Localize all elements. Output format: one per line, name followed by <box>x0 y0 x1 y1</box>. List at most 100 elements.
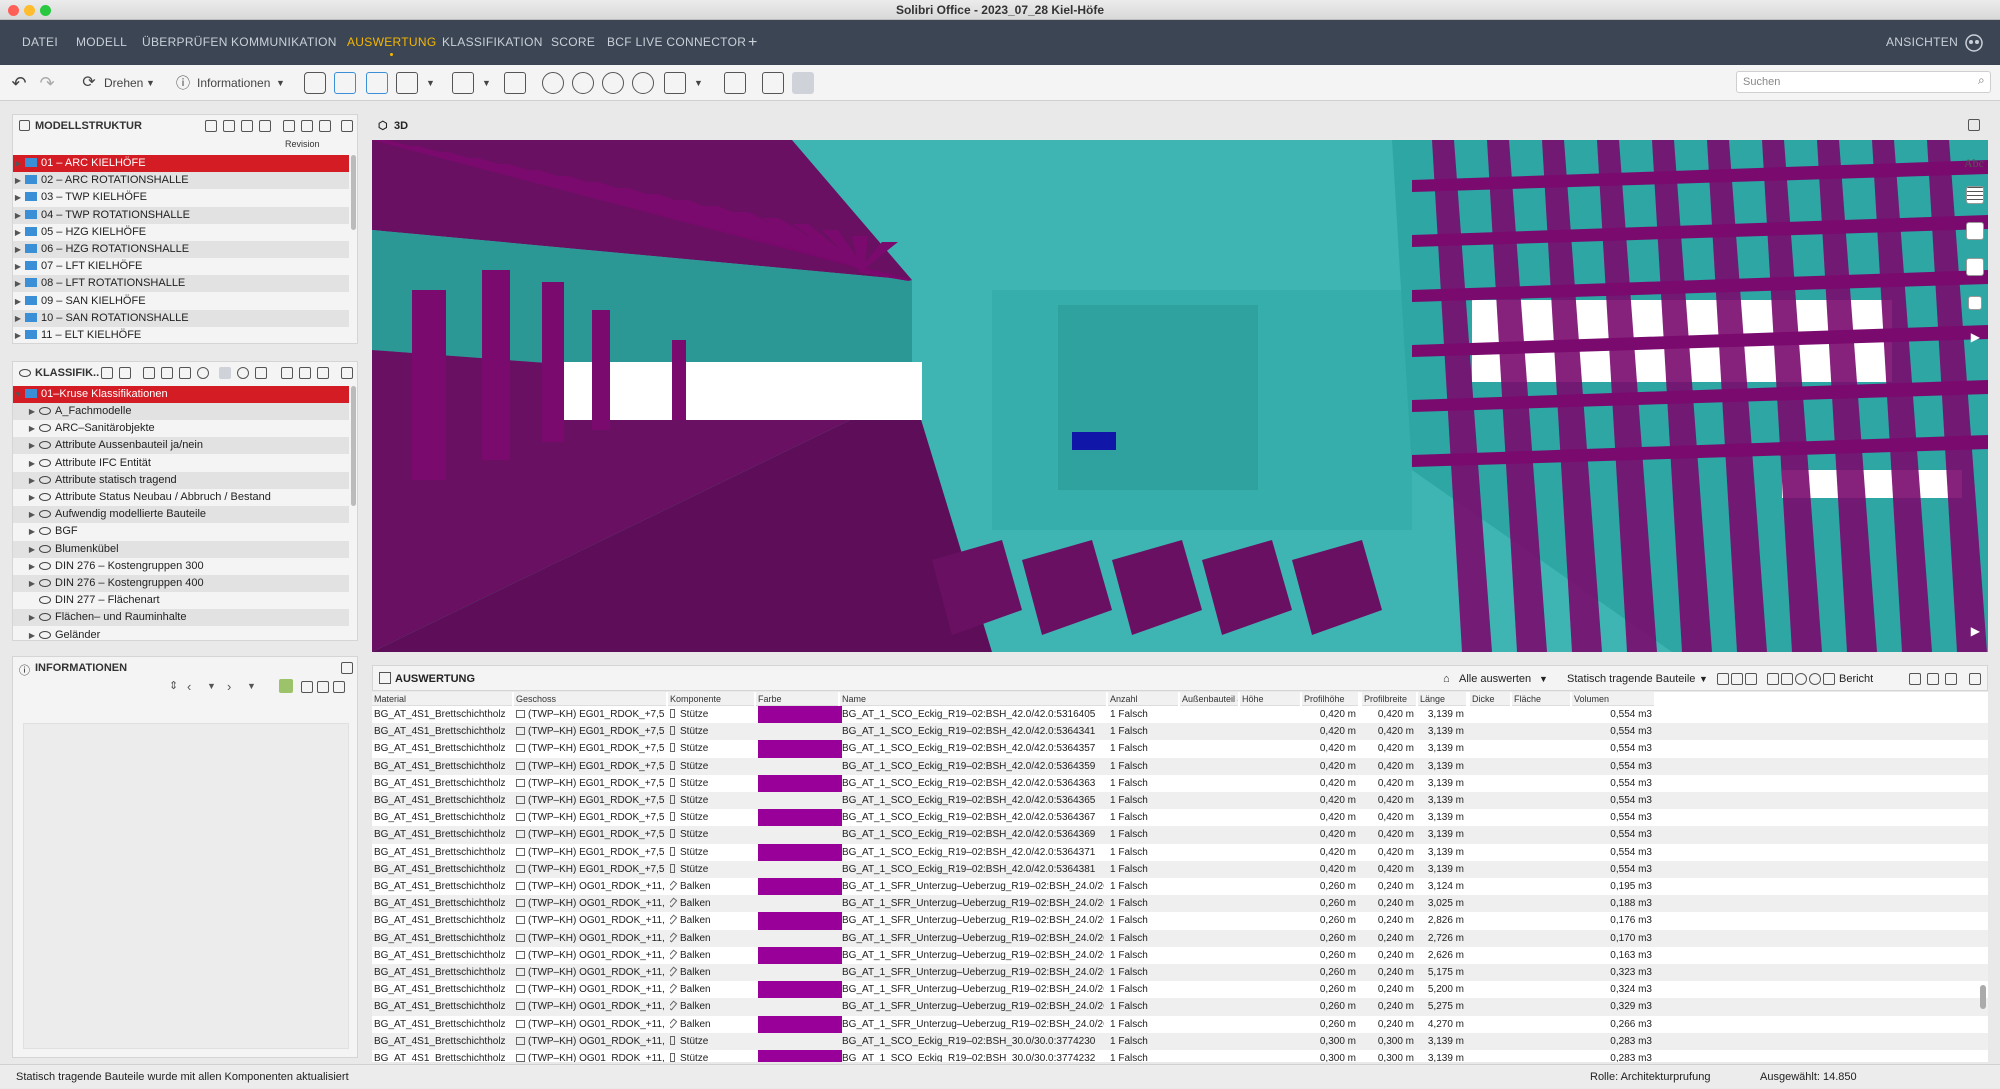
report-button[interactable]: Bericht <box>1839 666 1873 692</box>
model-tree-item[interactable]: ▶ 10 – SAN ROTATIONSHALLE <box>13 309 349 327</box>
save-icon[interactable] <box>299 367 311 379</box>
classification-item[interactable]: DIN 277 – Flächenart <box>13 592 349 609</box>
save-icon[interactable] <box>1927 673 1939 685</box>
clipboard-icon[interactable] <box>281 367 293 379</box>
walk-icon[interactable] <box>396 72 418 94</box>
model-tree-item[interactable]: ▶ 11 – ELT KIELHÖFE <box>13 327 349 344</box>
classification-root[interactable]: ▼ 01–Kruse Klassifikationen <box>13 386 349 403</box>
clipboard-icon[interactable] <box>283 120 295 132</box>
revision-column-header[interactable]: Revision <box>285 139 320 149</box>
table-row[interactable]: BG_AT_4S1_Brettschichtholz (TWP–KH) EG01_… <box>372 706 1988 723</box>
table-row[interactable]: BG_AT_4S1_Brettschichtholz (TWP–KH) EG01_… <box>372 757 1988 775</box>
model-view-icon[interactable] <box>304 72 326 94</box>
maximize-panel-icon[interactable] <box>341 662 353 674</box>
column-header[interactable]: Komponente <box>668 692 754 706</box>
expand-arrow-icon[interactable]: ▶ <box>27 420 37 437</box>
classification-item[interactable]: ▶ Attribute Aussenbauteil ja/nein <box>13 437 349 455</box>
report-doc-icon[interactable] <box>1823 673 1835 685</box>
column-header[interactable]: Länge <box>1418 692 1466 706</box>
table-row[interactable]: BG_AT_4S1_Brettschichtholz (TWP–KH) EG01_… <box>372 792 1988 810</box>
preset-dropdown-icon[interactable]: ▼ <box>1699 666 1708 692</box>
clipboard-icon[interactable] <box>301 681 313 693</box>
column-header[interactable]: Profilhöhe <box>1302 692 1358 706</box>
classification-item[interactable]: ▶ BGF <box>13 523 349 540</box>
table-row[interactable]: BG_AT_4S1_Brettschichtholz (TWP–KH) EG01_… <box>372 740 1988 757</box>
expand-arrow-icon[interactable]: ▶ <box>27 455 37 472</box>
maximize-view-icon[interactable] <box>1968 119 1980 131</box>
open-folder-icon[interactable] <box>179 367 191 379</box>
rotate-icon[interactable]: ⟳ <box>80 70 98 96</box>
expand-bottom-icon[interactable]: ▶ <box>1971 624 1980 638</box>
clipboard-icon[interactable] <box>1909 673 1921 685</box>
column-header[interactable]: Volumen <box>1572 692 1654 706</box>
new-classification-icon[interactable] <box>143 367 155 379</box>
measure-icon[interactable] <box>664 72 686 94</box>
walk-dropdown-icon[interactable]: ▼ <box>426 70 435 96</box>
tree-view-icon[interactable] <box>205 120 217 132</box>
print-icon[interactable] <box>319 120 331 132</box>
table-row[interactable]: BG_AT_4S1_Brettschichtholz (TWP–KH) OG01_… <box>372 912 1988 929</box>
table-row[interactable]: BG_AT_4S1_Brettschichtholz (TWP–KH) OG01_… <box>372 947 1988 964</box>
column-header[interactable]: Dicke <box>1470 692 1510 706</box>
export-icon[interactable] <box>1731 673 1743 685</box>
column-header[interactable]: Material <box>372 692 512 706</box>
remove-icon[interactable] <box>1795 673 1807 685</box>
copy-classification-icon[interactable] <box>161 367 173 379</box>
model-tree-item[interactable]: ▶ 01 – ARC KIELHÖFE <box>13 155 349 172</box>
tree-expand-icon[interactable] <box>223 120 235 132</box>
model-tree-item[interactable]: ▶ 09 – SAN KIELHÖFE <box>13 293 349 310</box>
forward-dropdown-icon[interactable]: ▼ <box>247 681 256 691</box>
column-header[interactable]: Geschoss <box>514 692 666 706</box>
redo-icon[interactable]: ↷ <box>38 70 56 96</box>
table-row[interactable]: BG_AT_4S1_Brettschichtholz (TWP–KH) OG01_… <box>372 929 1988 947</box>
table-row[interactable]: BG_AT_4S1_Brettschichtholz (TWP–KH) OG01_… <box>372 895 1988 913</box>
model-tree-item[interactable]: ▶ 05 – HZG KIELHÖFE <box>13 224 349 241</box>
column-header[interactable]: Fläche <box>1512 692 1570 706</box>
rotate-dropdown-icon[interactable]: ▼ <box>146 70 155 96</box>
model-tree-item[interactable]: ▶ 02 – ARC ROTATIONSHALLE <box>13 172 349 190</box>
map-icon[interactable] <box>762 72 784 94</box>
table-row[interactable]: BG_AT_4S1_Brettschichtholz (TWP–KH) OG01_… <box>372 1032 1988 1050</box>
expand-arrow-icon[interactable]: ▶ <box>13 310 23 327</box>
box-view-icon[interactable] <box>366 72 388 94</box>
collapse-arrow-icon[interactable]: ▼ <box>13 386 23 403</box>
visibility-toggle-icon[interactable] <box>219 367 231 379</box>
column-header[interactable]: Profilbreite <box>1362 692 1416 706</box>
expand-arrow-icon[interactable]: ▶ <box>13 207 23 224</box>
add-tab-button[interactable]: + <box>748 20 758 65</box>
expand-arrow-icon[interactable]: ▶ <box>13 327 23 344</box>
expand-arrow-icon[interactable]: ▶ <box>13 241 23 258</box>
slice-icon[interactable] <box>724 72 746 94</box>
close-window-button[interactable] <box>8 5 19 16</box>
scale-icon[interactable] <box>1966 222 1984 240</box>
maximize-panel-icon[interactable] <box>1969 673 1981 685</box>
column-header[interactable]: Anzahl <box>1108 692 1178 706</box>
new-report-icon[interactable] <box>1717 673 1729 685</box>
class-tree-icon[interactable] <box>101 367 113 379</box>
open-folder-icon[interactable] <box>1745 673 1757 685</box>
download-all-icon[interactable] <box>1781 673 1793 685</box>
table-row[interactable]: BG_AT_4S1_Brettschichtholz (TWP–KH) OG01_… <box>372 1050 1988 1062</box>
menu-auswertung[interactable]: AUSWERTUNG <box>347 20 436 65</box>
table-row[interactable]: BG_AT_4S1_Brettschichtholz (TWP–KH) OG01_… <box>372 981 1988 998</box>
menu-score[interactable]: SCORE <box>551 20 595 65</box>
classification-item[interactable]: ▶ A_Fachmodelle <box>13 403 349 420</box>
print-icon[interactable] <box>317 367 329 379</box>
expand-arrow-icon[interactable]: ▶ <box>27 506 37 523</box>
undo-icon[interactable]: ↶ <box>10 70 28 96</box>
cube-icon[interactable] <box>452 72 474 94</box>
expand-arrow-icon[interactable]: ▶ <box>27 575 37 592</box>
table-row[interactable]: BG_AT_4S1_Brettschichtholz (TWP–KH) OG01_… <box>372 998 1988 1016</box>
classification-scrollbar[interactable] <box>351 386 356 506</box>
document-icon[interactable] <box>1966 258 1984 276</box>
menu-modell[interactable]: MODELL <box>76 20 127 65</box>
menu-kommunikation[interactable]: KOMMUNIKATION <box>231 20 337 65</box>
expand-arrow-icon[interactable]: ▶ <box>27 609 37 626</box>
table-row[interactable]: BG_AT_4S1_Brettschichtholz (TWP–KH) EG01_… <box>372 723 1988 741</box>
evaluate-dropdown-icon[interactable]: ▼ <box>1539 666 1548 692</box>
sort-icon[interactable]: ⇕ <box>169 679 178 692</box>
zoom-out-icon[interactable] <box>602 72 624 94</box>
zoom-window-button[interactable] <box>40 5 51 16</box>
expand-arrow-icon[interactable]: ▶ <box>13 258 23 275</box>
classification-item[interactable]: ▶ Flächen– und Rauminhalte <box>13 609 349 627</box>
